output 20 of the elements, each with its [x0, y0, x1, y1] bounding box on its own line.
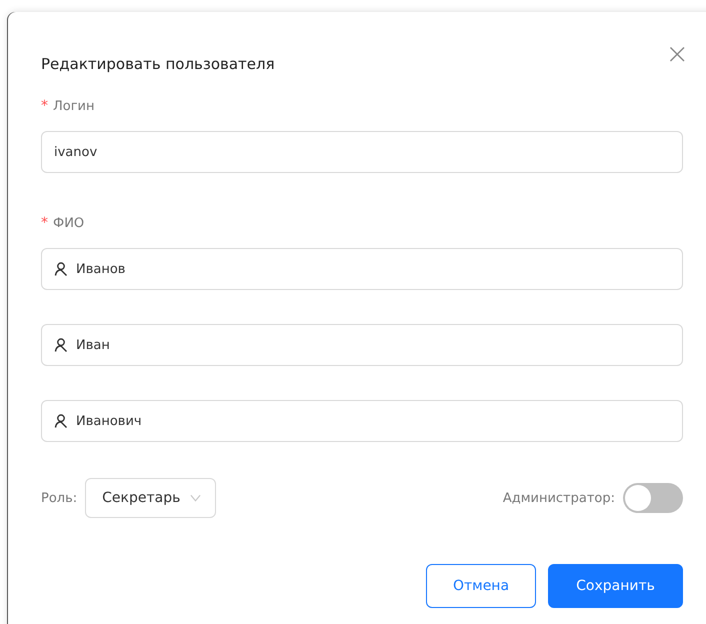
required-mark: *: [41, 98, 48, 114]
save-button[interactable]: Сохранить: [548, 564, 683, 608]
role-select[interactable]: Секретарь: [85, 478, 216, 518]
user-icon: [54, 338, 68, 352]
chevron-down-icon: [190, 494, 202, 502]
admin-toggle[interactable]: [623, 483, 683, 513]
login-field[interactable]: ivanov: [41, 131, 683, 173]
name-field[interactable]: Иван: [41, 324, 683, 366]
close-button[interactable]: ×: [666, 40, 689, 68]
user-icon: [54, 414, 68, 428]
admin-label: Администратор:: [502, 490, 615, 506]
required-mark: *: [41, 215, 48, 231]
dialog-title: Редактировать пользователя: [41, 55, 275, 73]
name-field[interactable]: Иванович: [41, 400, 683, 442]
field-label: Логин: [53, 98, 95, 114]
field-label: ФИО: [53, 216, 84, 230]
name-field[interactable]: Иванов: [41, 248, 683, 290]
user-icon: [54, 262, 68, 276]
cancel-button[interactable]: Отмена: [426, 564, 536, 608]
role-label: Роль:: [41, 490, 78, 506]
